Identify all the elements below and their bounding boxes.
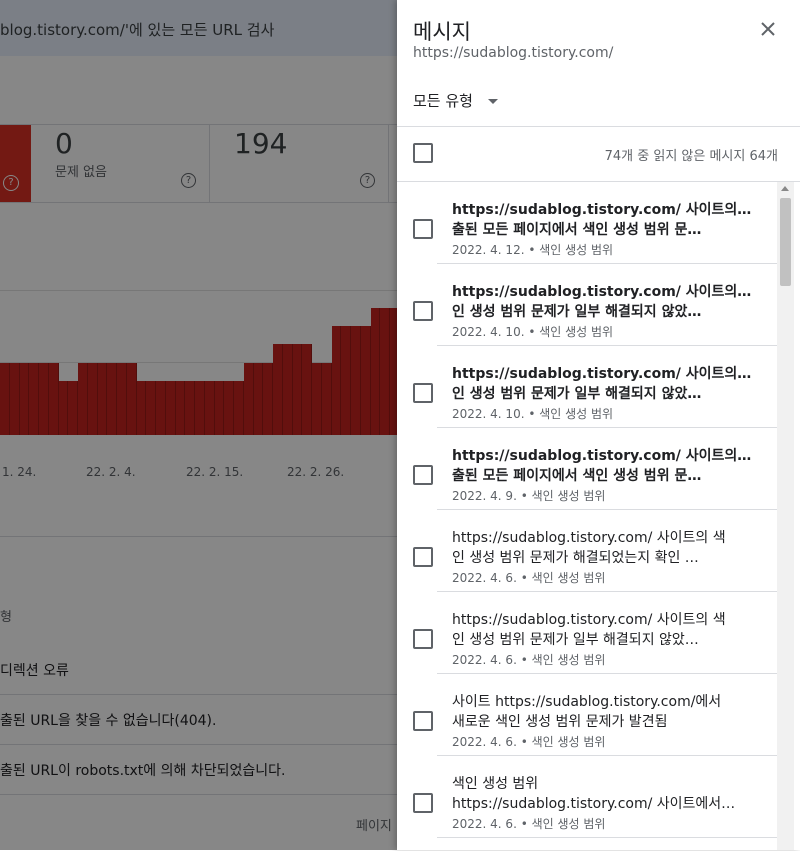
message-type-filter[interactable]: 모든 유형 [413, 90, 499, 114]
message-checkbox[interactable] [413, 629, 433, 649]
message-line: https://sudablog.tistory.com/ 사이트의 제 [452, 448, 752, 464]
message-line: 새로운 색인 생성 범위 문제가 발견됨 [452, 714, 668, 730]
message-text[interactable]: https://sudablog.tistory.com/ 사이트의 색인 생성… [452, 364, 752, 404]
message-checkbox[interactable] [413, 219, 433, 239]
message-item[interactable]: https://sudablog.tistory.com/ 사이트의 색인 생성… [397, 592, 777, 674]
message-line: 인 생성 범위 문제가 일부 해결되지 않았… [452, 386, 702, 402]
panel-title: 메시지 [413, 20, 471, 44]
message-text[interactable]: https://sudablog.tistory.com/ 사이트의 색인 생성… [452, 528, 752, 568]
message-item[interactable]: 사이트 https://sudablog.tistory.com/에서새로운 색… [397, 674, 777, 756]
chevron-down-icon [488, 99, 499, 104]
message-checkbox[interactable] [413, 793, 433, 813]
property-url: https://sudablog.tistory.com/ [413, 45, 614, 61]
message-item[interactable]: https://sudablog.tistory.com/ 사이트의 제출된 모… [397, 182, 777, 264]
message-text[interactable]: 사이트 https://sudablog.tistory.com/에서새로운 색… [452, 692, 752, 732]
message-item[interactable]: 색인 생성 범위 https://sudablog.tistory.com/ 사이… [397, 756, 777, 838]
message-line: https://sudablog.tistory.com/ 사이트의 색 [452, 366, 752, 382]
scroll-up-arrow-icon[interactable] [781, 186, 789, 191]
message-item[interactable]: https://sudablog.tistory.com/ 사이트의 색인 생성… [397, 346, 777, 428]
unread-count: 74개 중 읽지 않은 메시지 64개 [604, 149, 778, 164]
message-meta: 2022. 4. 6. • 색인 생성 범위 [452, 735, 606, 749]
message-checkbox[interactable] [413, 301, 433, 321]
message-line: 인 생성 범위 문제가 해결되었는지 확인 … [452, 550, 699, 566]
select-all-row: 74개 중 읽지 않은 메시지 64개 [397, 126, 800, 181]
message-line: 출된 모든 페이지에서 색인 생성 범위 문… [452, 222, 702, 238]
message-meta: 2022. 4. 10. • 색인 생성 범위 [452, 407, 614, 421]
message-checkbox[interactable] [413, 547, 433, 567]
close-icon [761, 22, 775, 36]
scrollbar[interactable] [777, 182, 794, 850]
message-meta: 2022. 4. 12. • 색인 생성 범위 [452, 243, 614, 257]
message-line: https://sudablog.tistory.com/ 사이트의 색 [452, 612, 726, 628]
message-checkbox[interactable] [413, 465, 433, 485]
scrollbar-thumb[interactable] [780, 198, 791, 286]
message-item[interactable]: https://sudablog.tistory.com/ 사이트의 색인 생성… [397, 264, 777, 346]
message-line: https://sudablog.tistory.com/ 사이트에서… [452, 796, 736, 812]
close-button[interactable] [755, 16, 781, 42]
message-line: https://sudablog.tistory.com/ 사이트의 색 [452, 530, 726, 546]
message-meta: 2022. 4. 6. • 색인 생성 범위 [452, 817, 606, 831]
message-item[interactable]: https://sudablog.tistory.com/ 사이트의 색인 생성… [397, 510, 777, 592]
messages-panel: 메시지 https://sudablog.tistory.com/ 모든 유형 … [397, 0, 800, 850]
message-line: https://sudablog.tistory.com/ 사이트의 제 [452, 202, 752, 218]
message-text[interactable]: https://sudablog.tistory.com/ 사이트의 제출된 모… [452, 200, 752, 240]
message-text[interactable]: https://sudablog.tistory.com/ 사이트의 제출된 모… [452, 446, 752, 486]
message-line: 출된 모든 페이지에서 색인 생성 범위 문… [452, 468, 702, 484]
message-list: https://sudablog.tistory.com/ 사이트의 제출된 모… [397, 182, 800, 850]
message-line: 사이트 https://sudablog.tistory.com/에서 [452, 694, 722, 710]
message-line: 색인 생성 범위 [452, 776, 539, 792]
message-checkbox[interactable] [413, 711, 433, 731]
message-divider [437, 837, 777, 838]
message-line: 인 생성 범위 문제가 일부 해결되지 않았… [452, 304, 702, 320]
message-text[interactable]: 색인 생성 범위 https://sudablog.tistory.com/ 사이… [452, 774, 752, 814]
message-line: 인 생성 범위 문제가 일부 해결되지 않았… [452, 632, 699, 648]
filter-label: 모든 유형 [413, 92, 473, 110]
message-meta: 2022. 4. 6. • 색인 생성 범위 [452, 571, 606, 585]
message-text[interactable]: https://sudablog.tistory.com/ 사이트의 색인 생성… [452, 282, 752, 322]
message-meta: 2022. 4. 10. • 색인 생성 범위 [452, 325, 614, 339]
select-all-checkbox[interactable] [413, 143, 433, 163]
message-item[interactable]: https://sudablog.tistory.com/ 사이트의 제출된 모… [397, 428, 777, 510]
message-line: https://sudablog.tistory.com/ 사이트의 색 [452, 284, 752, 300]
message-text[interactable]: https://sudablog.tistory.com/ 사이트의 색인 생성… [452, 610, 752, 650]
message-checkbox[interactable] [413, 383, 433, 403]
message-meta: 2022. 4. 9. • 색인 생성 범위 [452, 489, 606, 503]
message-meta: 2022. 4. 6. • 색인 생성 범위 [452, 653, 606, 667]
